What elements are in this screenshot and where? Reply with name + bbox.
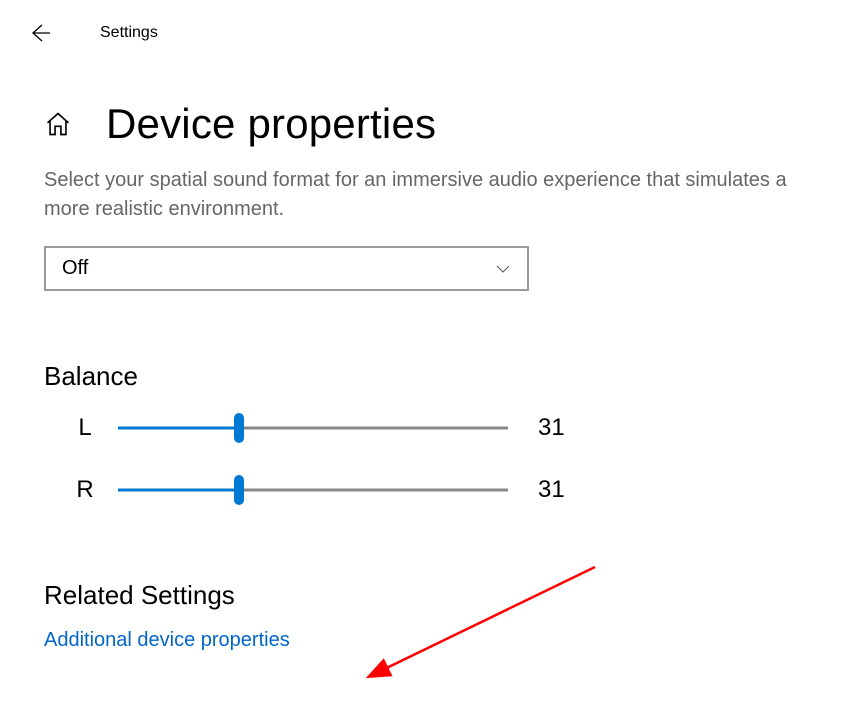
- balance-right-value: 31: [538, 476, 565, 504]
- slider-fill: [118, 427, 239, 430]
- additional-device-properties-link[interactable]: Additional device properties: [44, 629, 290, 651]
- page-title: Device properties: [106, 100, 436, 148]
- spatial-sound-dropdown[interactable]: Off: [44, 246, 529, 291]
- page-description: Select your spatial sound format for an …: [44, 166, 805, 224]
- slider-thumb: [234, 413, 244, 443]
- balance-heading: Balance: [44, 361, 805, 392]
- related-settings-heading: Related Settings: [44, 580, 805, 611]
- balance-left-row: L 31: [44, 408, 805, 448]
- slider-fill: [118, 489, 239, 492]
- balance-right-row: R 31: [44, 470, 805, 510]
- balance-right-label: R: [44, 476, 96, 504]
- home-icon[interactable]: [44, 110, 72, 138]
- content-area: Device properties Select your spatial so…: [0, 50, 849, 652]
- page-header: Device properties: [44, 100, 805, 148]
- balance-left-value: 31: [538, 414, 565, 442]
- balance-left-label: L: [44, 414, 96, 442]
- back-arrow-icon[interactable]: [28, 21, 52, 45]
- slider-thumb: [234, 475, 244, 505]
- balance-right-slider[interactable]: [118, 478, 508, 502]
- dropdown-selected-value: Off: [62, 257, 88, 280]
- titlebar: Settings: [0, 0, 849, 50]
- titlebar-label: Settings: [100, 24, 158, 42]
- balance-left-slider[interactable]: [118, 416, 508, 440]
- chevron-down-icon: [495, 261, 511, 277]
